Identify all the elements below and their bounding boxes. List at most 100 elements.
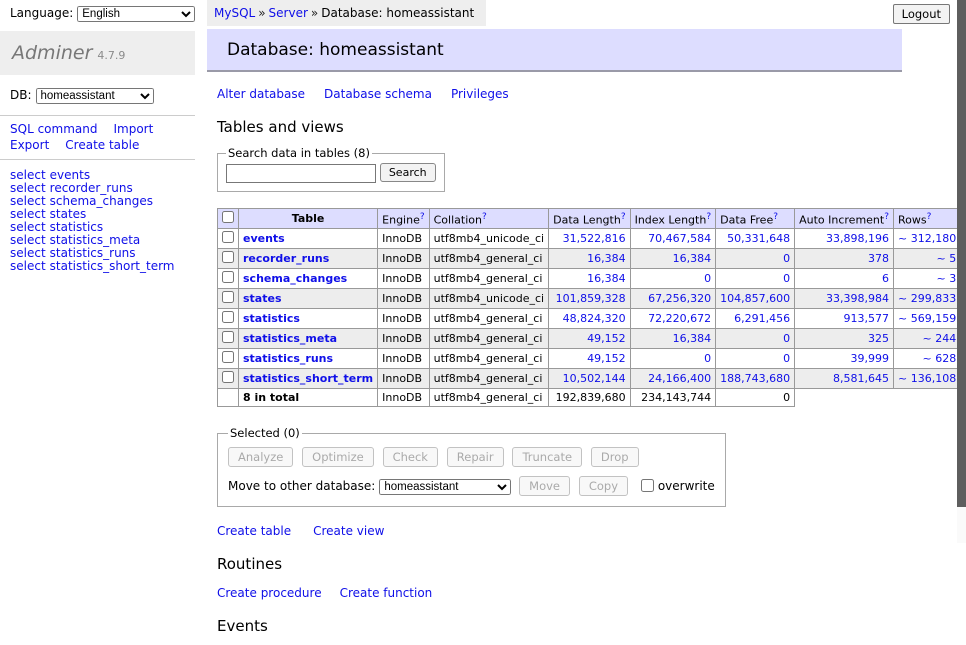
auto-increment-link[interactable]: 6 bbox=[799, 272, 889, 285]
sidebar-link-create-table[interactable]: Create table bbox=[65, 138, 139, 152]
table-link[interactable]: recorder_runs bbox=[50, 181, 133, 195]
row-checkbox[interactable] bbox=[222, 351, 234, 363]
table-name-link[interactable]: schema_changes bbox=[243, 272, 347, 285]
sidebar-link-import[interactable]: Import bbox=[113, 122, 153, 136]
index-length-link[interactable]: 24,166,400 bbox=[635, 372, 712, 385]
sidebar-link-sql-command[interactable]: SQL command bbox=[10, 122, 97, 136]
table-link[interactable]: schema_changes bbox=[50, 194, 153, 208]
data-free-link[interactable]: 0 bbox=[720, 332, 790, 345]
auto-increment-link[interactable]: 378 bbox=[799, 252, 889, 265]
rows-count-link[interactable]: ~ 5 bbox=[898, 252, 956, 265]
table-name-link[interactable]: recorder_runs bbox=[243, 252, 329, 265]
select-link[interactable]: select bbox=[10, 168, 46, 182]
db-select[interactable]: homeassistant bbox=[36, 88, 154, 104]
rows-count-link[interactable]: ~ 244 bbox=[898, 332, 956, 345]
search-button[interactable]: Search bbox=[380, 163, 436, 182]
row-checkbox[interactable] bbox=[222, 231, 234, 243]
rows-count-link[interactable]: ~ 136,108 bbox=[898, 372, 956, 385]
select-link[interactable]: select bbox=[10, 259, 46, 273]
data-free-link[interactable]: 50,331,648 bbox=[720, 232, 790, 245]
select-link[interactable]: select bbox=[10, 233, 46, 247]
data-free-link[interactable]: 0 bbox=[720, 272, 790, 285]
overwrite-label[interactable]: overwrite bbox=[658, 479, 715, 493]
index-length-link[interactable]: 70,467,584 bbox=[635, 232, 712, 245]
help-link[interactable]: ? bbox=[621, 212, 626, 222]
help-link[interactable]: ? bbox=[927, 212, 932, 222]
row-checkbox[interactable] bbox=[222, 291, 234, 303]
rows-count-link[interactable]: ~ 299,833 bbox=[898, 292, 956, 305]
index-length-link[interactable]: 67,256,320 bbox=[635, 292, 712, 305]
row-checkbox[interactable] bbox=[222, 311, 234, 323]
row-checkbox[interactable] bbox=[222, 271, 234, 283]
sidebar-link-export[interactable]: Export bbox=[10, 138, 49, 152]
row-checkbox[interactable] bbox=[222, 251, 234, 263]
table-link[interactable]: statistics_meta bbox=[50, 233, 141, 247]
create-function-link[interactable]: Create function bbox=[340, 586, 433, 600]
move-database-select[interactable]: homeassistant bbox=[379, 479, 511, 495]
create-procedure-link[interactable]: Create procedure bbox=[217, 586, 322, 600]
auto-increment-link[interactable]: 33,398,984 bbox=[799, 292, 889, 305]
database-schema-link[interactable]: Database schema bbox=[324, 87, 432, 101]
data-length-link[interactable]: 49,152 bbox=[553, 352, 625, 365]
index-length-link[interactable]: 16,384 bbox=[635, 252, 712, 265]
help-link[interactable]: ? bbox=[482, 212, 487, 222]
create-view-link[interactable]: Create view bbox=[313, 524, 384, 538]
index-length-link[interactable]: 0 bbox=[635, 272, 712, 285]
help-link[interactable]: ? bbox=[420, 212, 425, 222]
scrollbar-thumb[interactable] bbox=[957, 0, 966, 507]
breadcrumb-server-link[interactable]: Server bbox=[269, 6, 308, 20]
rows-count-link[interactable]: ~ 569,159 bbox=[898, 312, 956, 325]
auto-increment-link[interactable]: 39,999 bbox=[799, 352, 889, 365]
data-free-link[interactable]: 0 bbox=[720, 352, 790, 365]
table-link[interactable]: statistics_runs bbox=[50, 246, 136, 260]
data-length-link[interactable]: 48,824,320 bbox=[553, 312, 625, 325]
logout-button[interactable]: Logout bbox=[893, 4, 950, 24]
data-length-link[interactable]: 49,152 bbox=[553, 332, 625, 345]
table-name-link[interactable]: statistics_meta bbox=[243, 332, 337, 345]
help-link[interactable]: ? bbox=[706, 212, 711, 222]
table-name-link[interactable]: statistics_short_term bbox=[243, 372, 373, 385]
search-input[interactable] bbox=[226, 164, 376, 183]
table-link[interactable]: statistics_short_term bbox=[50, 259, 175, 273]
table-name-link[interactable]: events bbox=[243, 232, 285, 245]
select-all-checkbox[interactable] bbox=[222, 211, 234, 223]
data-free-link[interactable]: 6,291,456 bbox=[720, 312, 790, 325]
data-free-link[interactable]: 0 bbox=[720, 252, 790, 265]
data-length-link[interactable]: 10,502,144 bbox=[553, 372, 625, 385]
rows-count-link[interactable]: ~ 312,180 bbox=[898, 232, 956, 245]
select-link[interactable]: select bbox=[10, 194, 46, 208]
rows-count-link[interactable]: ~ 628 bbox=[898, 352, 956, 365]
table-name-link[interactable]: states bbox=[243, 292, 282, 305]
alter-database-link[interactable]: Alter database bbox=[217, 87, 305, 101]
index-length-link[interactable]: 0 bbox=[635, 352, 712, 365]
data-length-link[interactable]: 16,384 bbox=[553, 272, 625, 285]
index-length-link[interactable]: 16,384 bbox=[635, 332, 712, 345]
row-checkbox[interactable] bbox=[222, 331, 234, 343]
breadcrumb-mysql-link[interactable]: MySQL bbox=[214, 6, 255, 20]
data-free-link[interactable]: 188,743,680 bbox=[720, 372, 790, 385]
help-link[interactable]: ? bbox=[773, 212, 778, 222]
data-free-link[interactable]: 104,857,600 bbox=[720, 292, 790, 305]
index-length-link[interactable]: 72,220,672 bbox=[635, 312, 712, 325]
auto-increment-link[interactable]: 33,898,196 bbox=[799, 232, 889, 245]
help-link[interactable]: ? bbox=[884, 212, 889, 222]
select-link[interactable]: select bbox=[10, 181, 46, 195]
language-select[interactable]: English bbox=[77, 6, 195, 22]
auto-increment-link[interactable]: 913,577 bbox=[799, 312, 889, 325]
select-link[interactable]: select bbox=[10, 207, 46, 221]
table-link[interactable]: states bbox=[50, 207, 87, 221]
auto-increment-link[interactable]: 325 bbox=[799, 332, 889, 345]
table-name-link[interactable]: statistics bbox=[243, 312, 300, 325]
create-table-link[interactable]: Create table bbox=[217, 524, 291, 538]
privileges-link[interactable]: Privileges bbox=[451, 87, 509, 101]
auto-increment-link[interactable]: 8,581,645 bbox=[799, 372, 889, 385]
table-name-link[interactable]: statistics_runs bbox=[243, 352, 333, 365]
scrollbar-track[interactable] bbox=[957, 0, 966, 543]
data-length-link[interactable]: 16,384 bbox=[553, 252, 625, 265]
data-length-link[interactable]: 31,522,816 bbox=[553, 232, 625, 245]
table-link[interactable]: statistics bbox=[50, 220, 104, 234]
overwrite-checkbox[interactable] bbox=[641, 479, 654, 492]
data-length-link[interactable]: 101,859,328 bbox=[553, 292, 625, 305]
select-link[interactable]: select bbox=[10, 220, 46, 234]
row-checkbox[interactable] bbox=[222, 371, 234, 383]
